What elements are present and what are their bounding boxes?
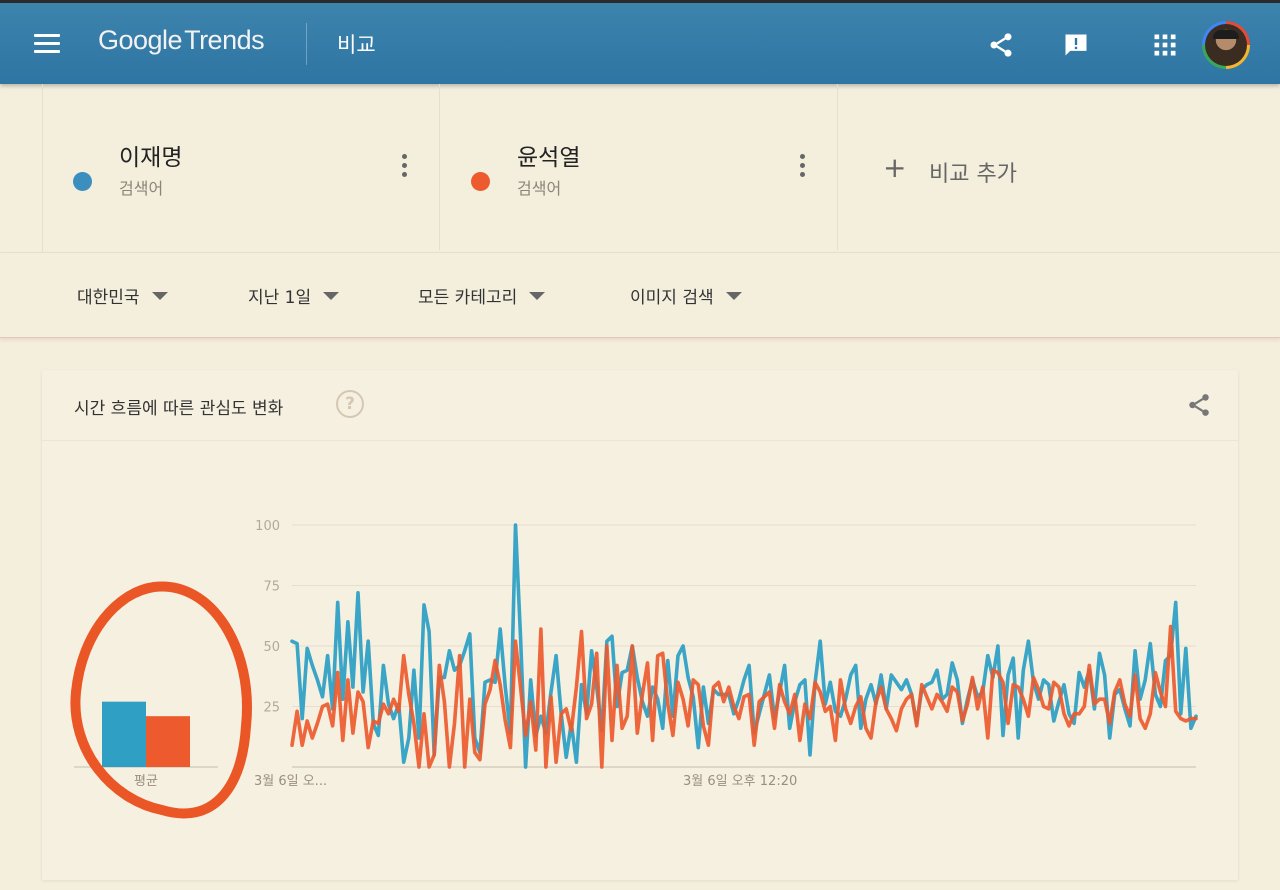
plus-icon: +	[883, 151, 907, 184]
compare-terms-bar: 이재명 검색어 윤석열 검색어 + 비교 추가	[42, 84, 1239, 252]
filter-bar: 대한민국 지난 1일 모든 카테고리 이미지 검색	[0, 252, 1280, 338]
add-compare-button[interactable]: + 비교 추가	[839, 84, 1199, 250]
dropdown-arrow-icon	[151, 292, 168, 300]
dropdown-arrow-icon	[529, 292, 546, 300]
google-trends-logo[interactable]: GoogleTrends	[98, 25, 265, 56]
interest-over-time-card: 시간 흐름에 따른 관심도 변화 ? 100 75 50 25 평균 3월 6일 오...…	[42, 370, 1238, 880]
filter-search-type-label: 이미지 검색	[630, 288, 714, 308]
y-tick-label: 75	[263, 580, 280, 595]
logo-google-text: Google	[98, 25, 183, 55]
filter-region-label: 대한민국	[77, 288, 140, 308]
page-title: 비교	[337, 33, 376, 57]
interest-line-chart[interactable]: 100 75 50 25 평균 3월 6일 오... 3월 6일 오후 12:20	[42, 370, 1238, 880]
average-bar-1	[102, 701, 146, 767]
feedback-icon[interactable]	[1062, 31, 1090, 59]
series-line-2	[290, 624, 1198, 769]
average-bar-2	[146, 716, 190, 767]
x-tick-label: 3월 6일 오후 12:20	[683, 774, 797, 789]
filter-region[interactable]: 대한민국	[77, 283, 168, 308]
top-app-bar: GoogleTrends 비교	[0, 0, 1280, 84]
account-avatar[interactable]	[1202, 21, 1250, 69]
highlight-circle-annotation	[70, 581, 252, 819]
filter-time-label: 지난 1일	[248, 288, 312, 308]
filter-category[interactable]: 모든 카테고리	[418, 283, 546, 308]
dropdown-arrow-icon	[725, 292, 742, 300]
term-2-type: 검색어	[517, 179, 562, 198]
filter-time-range[interactable]: 지난 1일	[248, 283, 340, 308]
menu-icon[interactable]	[34, 34, 60, 54]
apps-grid-icon[interactable]	[1151, 31, 1179, 59]
y-tick-label: 25	[263, 701, 280, 716]
term-1-type: 검색어	[119, 179, 164, 198]
term-card-2[interactable]: 윤석열 검색어	[441, 84, 838, 250]
filter-search-type[interactable]: 이미지 검색	[630, 283, 742, 308]
filter-category-label: 모든 카테고리	[418, 288, 518, 308]
y-tick-label: 100	[255, 519, 280, 534]
term-2-name[interactable]: 윤석열	[517, 138, 580, 172]
dropdown-arrow-icon	[323, 292, 340, 300]
term-1-color-dot	[73, 172, 92, 191]
average-label: 평균	[134, 774, 158, 789]
term-2-color-dot	[471, 172, 490, 191]
term-1-name[interactable]: 이재명	[119, 138, 182, 172]
header-divider	[306, 23, 307, 65]
y-tick-label: 50	[263, 640, 280, 655]
term-1-more-icon[interactable]	[398, 154, 410, 180]
x-tick-label: 3월 6일 오...	[254, 774, 327, 789]
add-compare-label: 비교 추가	[929, 162, 1017, 187]
term-2-more-icon[interactable]	[796, 154, 808, 180]
logo-trends-text: Trends	[184, 25, 265, 55]
term-card-1[interactable]: 이재명 검색어	[43, 84, 440, 250]
share-icon[interactable]	[987, 31, 1015, 59]
